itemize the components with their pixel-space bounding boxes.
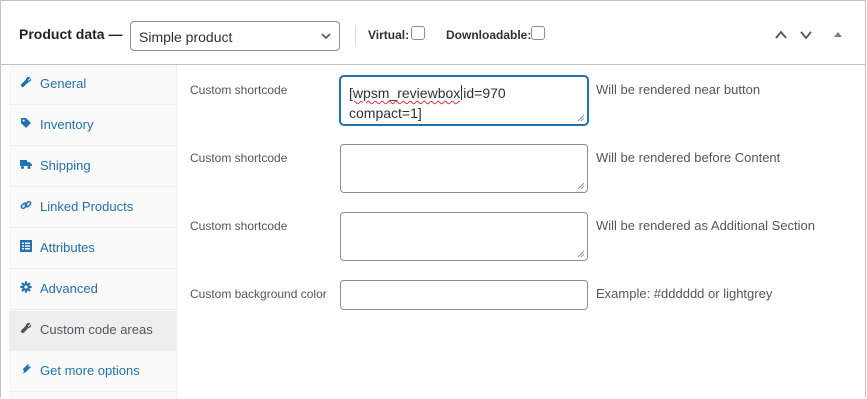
tab-get-more-options[interactable]: Get more options	[9, 352, 177, 392]
tab-label: Shipping	[40, 158, 91, 173]
virtual-checkbox[interactable]	[411, 26, 425, 40]
truck-icon	[20, 160, 32, 169]
resize-grip-icon[interactable]	[577, 182, 585, 190]
tab-label: General	[40, 76, 87, 91]
move-down-icon[interactable]	[799, 28, 813, 42]
resize-grip-icon[interactable]	[577, 114, 585, 122]
tab-general[interactable]: General	[9, 65, 177, 105]
field-label: Custom shortcode	[190, 83, 288, 97]
field-label: Custom shortcode	[190, 219, 288, 233]
field-description: Will be rendered before Content	[596, 150, 781, 165]
field-description: Will be rendered near button	[596, 82, 761, 97]
custom-background-color-input[interactable]	[340, 280, 588, 310]
product-data-panel: Product data — Simple product Virtual: D…	[0, 0, 866, 399]
tab-label: Attributes	[40, 240, 95, 255]
tab-linked-products[interactable]: Linked Products	[9, 188, 177, 228]
list-icon	[20, 240, 32, 252]
wrench-icon	[20, 76, 32, 88]
product-type-select[interactable]: Simple product	[130, 21, 340, 51]
field-description: Example: #dddddd or lightgrey	[596, 286, 773, 301]
panel-header: Product data — Simple product Virtual: D…	[1, 1, 866, 65]
tab-shipping[interactable]: Shipping	[9, 147, 177, 187]
header-divider	[355, 25, 356, 45]
tab-advanced[interactable]: Advanced	[9, 270, 177, 310]
virtual-label: Virtual:	[368, 28, 410, 42]
tag-icon	[21, 118, 31, 128]
panel-title: Product data —	[19, 26, 123, 42]
custom-shortcode-additional-section-textarea[interactable]	[340, 212, 588, 261]
field-label: Custom background color	[190, 287, 327, 301]
textarea-value-line2: compact=1]	[349, 105, 422, 121]
downloadable-label: Downloadable:	[446, 28, 532, 42]
product-data-tabs: General Inventory Shipping Linked Produc…	[9, 65, 177, 399]
tab-custom-code-areas[interactable]: Custom code areas	[9, 311, 177, 351]
collapse-toggle-icon[interactable]	[831, 28, 845, 42]
wrench-icon	[20, 322, 32, 334]
move-up-icon[interactable]	[774, 28, 788, 42]
tab-label: Custom code areas	[40, 322, 153, 337]
tab-label: Inventory	[40, 117, 94, 132]
chevron-down-icon	[321, 33, 331, 40]
field-description: Will be rendered as Additional Section	[596, 218, 815, 233]
tab-label: Advanced	[40, 281, 98, 296]
gear-icon	[20, 281, 32, 293]
link-icon	[20, 200, 32, 210]
textarea-value: [wpsm_reviewbox id=970 compact=1]	[349, 83, 506, 123]
downloadable-checkbox[interactable]	[531, 26, 545, 40]
plugin-icon	[22, 364, 31, 374]
field-label: Custom shortcode	[190, 151, 288, 165]
tab-attributes[interactable]: Attributes	[9, 229, 177, 269]
tab-inventory[interactable]: Inventory	[9, 106, 177, 146]
textarea-value-rest: id=970	[463, 85, 506, 101]
spellcheck-word: [wpsm_reviewbox	[349, 85, 461, 101]
resize-grip-icon[interactable]	[577, 250, 585, 258]
tab-label: Get more options	[40, 363, 140, 378]
custom-shortcode-before-content-textarea[interactable]	[340, 144, 588, 193]
custom-shortcode-near-button-textarea[interactable]: [wpsm_reviewbox id=970 compact=1]	[340, 76, 588, 125]
tab-label: Linked Products	[40, 199, 134, 214]
product-type-value: Simple product	[139, 29, 233, 45]
